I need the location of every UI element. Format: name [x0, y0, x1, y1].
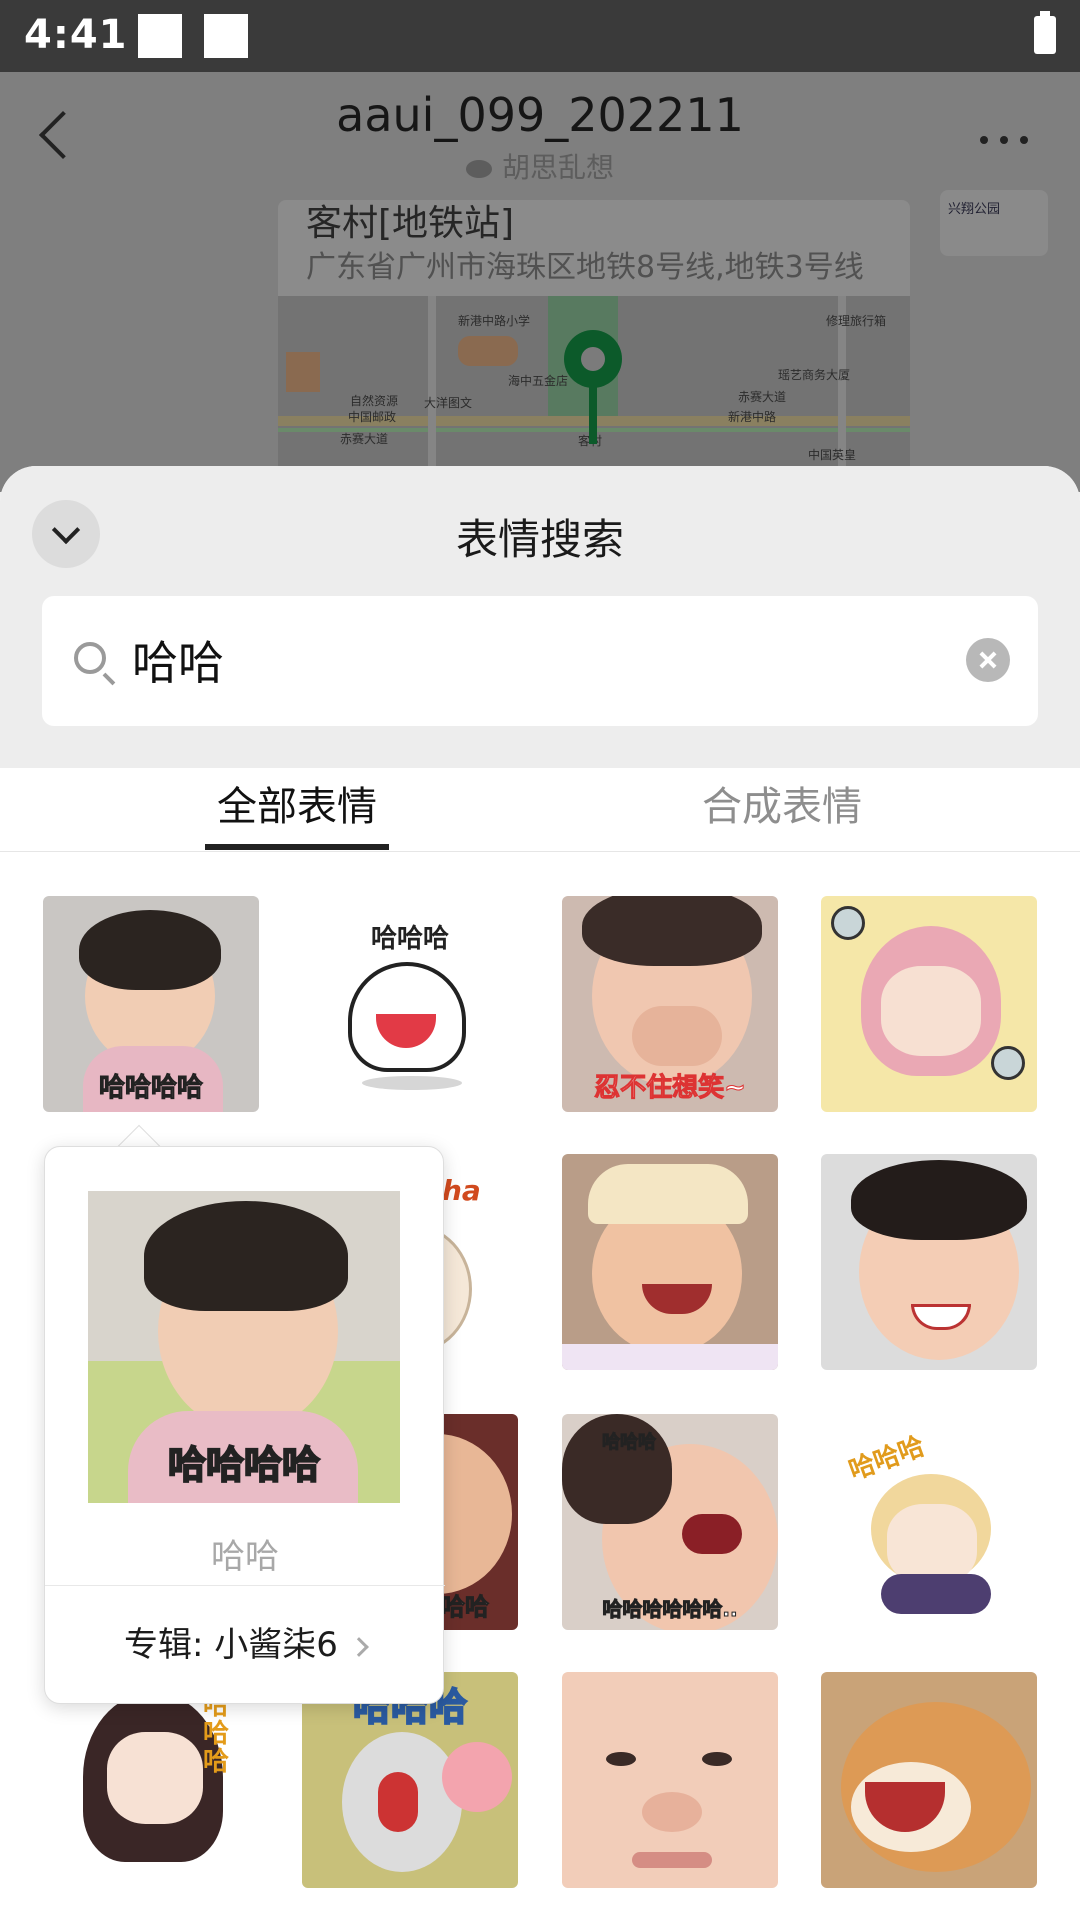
sticker-caption: 哈哈哈 [602, 1432, 657, 1454]
chat-bubble-icon [465, 160, 492, 178]
more-icon[interactable] [980, 136, 1028, 144]
search-box[interactable] [42, 596, 1038, 726]
search-icon [74, 642, 106, 674]
notification-icon [138, 14, 182, 58]
album-link[interactable]: 专辑: 小酱柒6 [45, 1617, 445, 1666]
sticker-item[interactable] [821, 1672, 1037, 1888]
sticker-item[interactable]: 哈哈哈 [821, 1414, 1037, 1630]
sticker-item[interactable]: 哈哈哈 哈哈哈哈哈哈.. [562, 1414, 778, 1630]
sticker-item[interactable] [562, 1672, 778, 1888]
chat-title: aaui_099_202211 [336, 88, 744, 142]
sticker-item[interactable]: 哈哈哈 [43, 1672, 259, 1888]
tab-indicator [205, 844, 389, 850]
sticker-item[interactable] [821, 896, 1037, 1112]
chat-status-text: 胡思乱想 [501, 151, 614, 184]
chevron-right-icon [349, 1636, 369, 1657]
location-card[interactable]: 客村[地铁站] 广东省广州市海珠区地铁8号线,地铁3号线 新港中路小学 修理旅行… [278, 200, 910, 490]
map-label: 大洋图文 [424, 396, 473, 410]
battery-icon [1034, 11, 1056, 54]
sticker-caption: 哈哈哈哈 [98, 1073, 203, 1104]
sticker-caption: 哈哈哈哈哈哈.. [602, 1597, 738, 1622]
sticker-caption: 忍不住想笑~ [594, 1073, 747, 1104]
map-pin-icon [564, 330, 622, 388]
sticker-item[interactable]: 哈哈哈 [302, 1672, 518, 1888]
map-label: 赤赛大道 [738, 390, 787, 404]
sticker-item[interactable] [821, 1154, 1037, 1370]
sticker-item[interactable]: 忍不住想笑~ [562, 896, 778, 1112]
clear-icon[interactable] [966, 638, 1010, 682]
side-logo: 兴翔公园 [940, 190, 1048, 256]
preview-caption: 哈哈 [211, 1537, 279, 1577]
sticker-preview-popup: 哈哈哈哈 哈哈 专辑: 小酱柒6 [44, 1146, 445, 1704]
search-input[interactable] [132, 628, 892, 692]
sticker-item[interactable]: 哈哈哈 [302, 896, 518, 1112]
sticker-caption: 哈哈哈 [370, 924, 449, 954]
map-pin-icon [589, 384, 597, 444]
sheet-title: 表情搜索 [455, 515, 624, 564]
status-bar: 4:41 [0, 0, 1080, 72]
location-address: 广东省广州市海珠区地铁8号线,地铁3号线 [306, 250, 864, 285]
notification-icon [204, 14, 248, 58]
tab-synth-stickers[interactable]: 合成表情 [632, 774, 932, 832]
map-label: 新港中路小学 [458, 314, 531, 328]
map-label: 自然资源 [350, 394, 399, 408]
sticker-item[interactable] [562, 1154, 778, 1370]
sticker-caption: 哈哈哈 [203, 1691, 230, 1777]
location-name: 客村[地铁站] [306, 203, 515, 244]
status-time: 4:41 [24, 12, 128, 58]
map-label: 中国邮政 [348, 410, 397, 424]
map-label: 修理旅行箱 [826, 314, 887, 328]
chat-status: 胡思乱想 [0, 146, 1080, 186]
divider [45, 1585, 445, 1586]
map-label: 新港中路 [728, 410, 777, 424]
map-label: 中国英皇 [808, 448, 857, 462]
sticker-caption: ha [442, 1174, 481, 1207]
sticker-item[interactable]: 哈哈哈哈 [43, 896, 259, 1112]
sheet-header: 表情搜索 [0, 466, 1080, 768]
sticker-preview-caption: 哈哈哈哈 [167, 1442, 321, 1488]
map-label: 赤赛大道 [340, 432, 389, 446]
map-label: 瑶艺商务大厦 [778, 368, 851, 382]
tab-all-stickers[interactable]: 全部表情 [147, 774, 447, 832]
tab-bar: 全部表情 合成表情 [0, 768, 1080, 852]
sticker-preview-image: 哈哈哈哈 [88, 1191, 400, 1503]
album-label: 专辑: 小酱柒6 [124, 1625, 338, 1665]
map-label: 海中五金店 [508, 374, 569, 388]
location-map: 新港中路小学 修理旅行箱 海中五金店 瑶艺商务大厦 赤赛大道 新港中路 中国邮政… [278, 296, 910, 490]
